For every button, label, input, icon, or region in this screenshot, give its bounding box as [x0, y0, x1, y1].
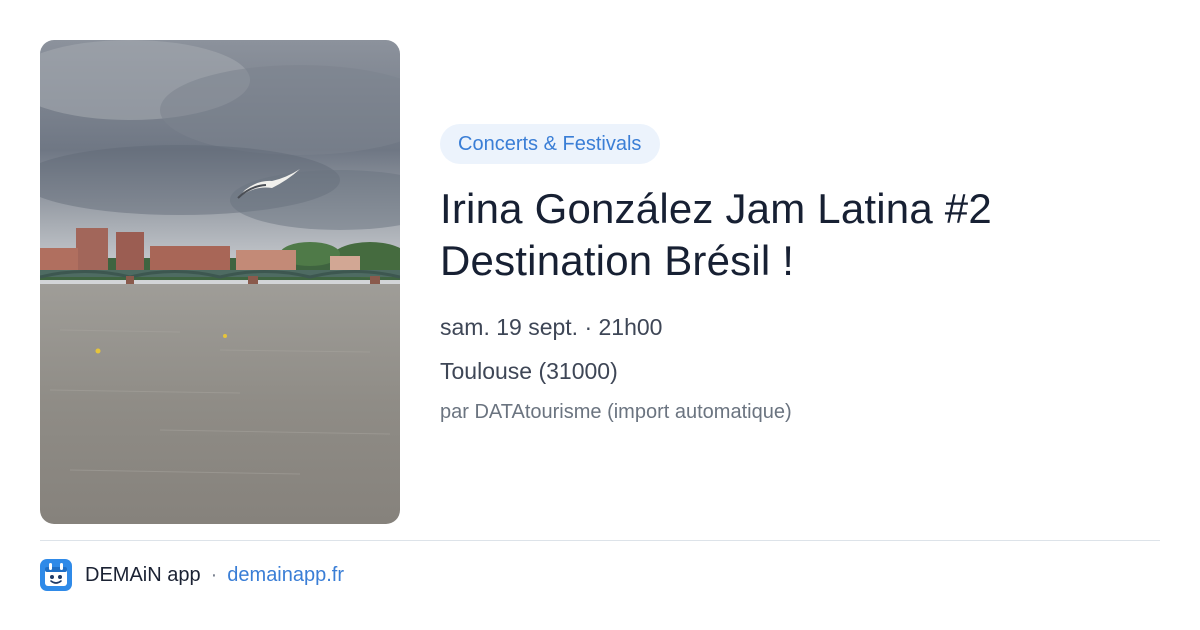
- share-card: Concerts & Festivals Irina González Jam …: [0, 0, 1200, 630]
- event-datetime: sam. 19 sept. · 21h00: [440, 314, 663, 340]
- event-photo: [40, 40, 400, 524]
- event-info: Concerts & Festivals Irina González Jam …: [440, 124, 1160, 425]
- demain-app-logo-icon: [40, 559, 72, 591]
- event-location: Toulouse (31000): [440, 358, 618, 384]
- event-title-line-1: Irina González Jam Latina #2: [440, 185, 992, 232]
- event-title: Irina González Jam Latina #2 Destination…: [440, 183, 1160, 287]
- footer-divider: [40, 540, 1160, 541]
- app-url-link[interactable]: demainapp.fr: [227, 564, 344, 587]
- footer-separator: ·: [210, 563, 218, 586]
- event-source: par DATAtourisme (import automatique): [440, 401, 792, 423]
- category-badge: Concerts & Festivals: [440, 124, 661, 164]
- event-title-line-2: Destination Brésil !: [440, 237, 795, 284]
- app-name: DEMAiN app: [85, 563, 201, 586]
- footer: DEMAiN app · demainapp.fr: [40, 558, 344, 592]
